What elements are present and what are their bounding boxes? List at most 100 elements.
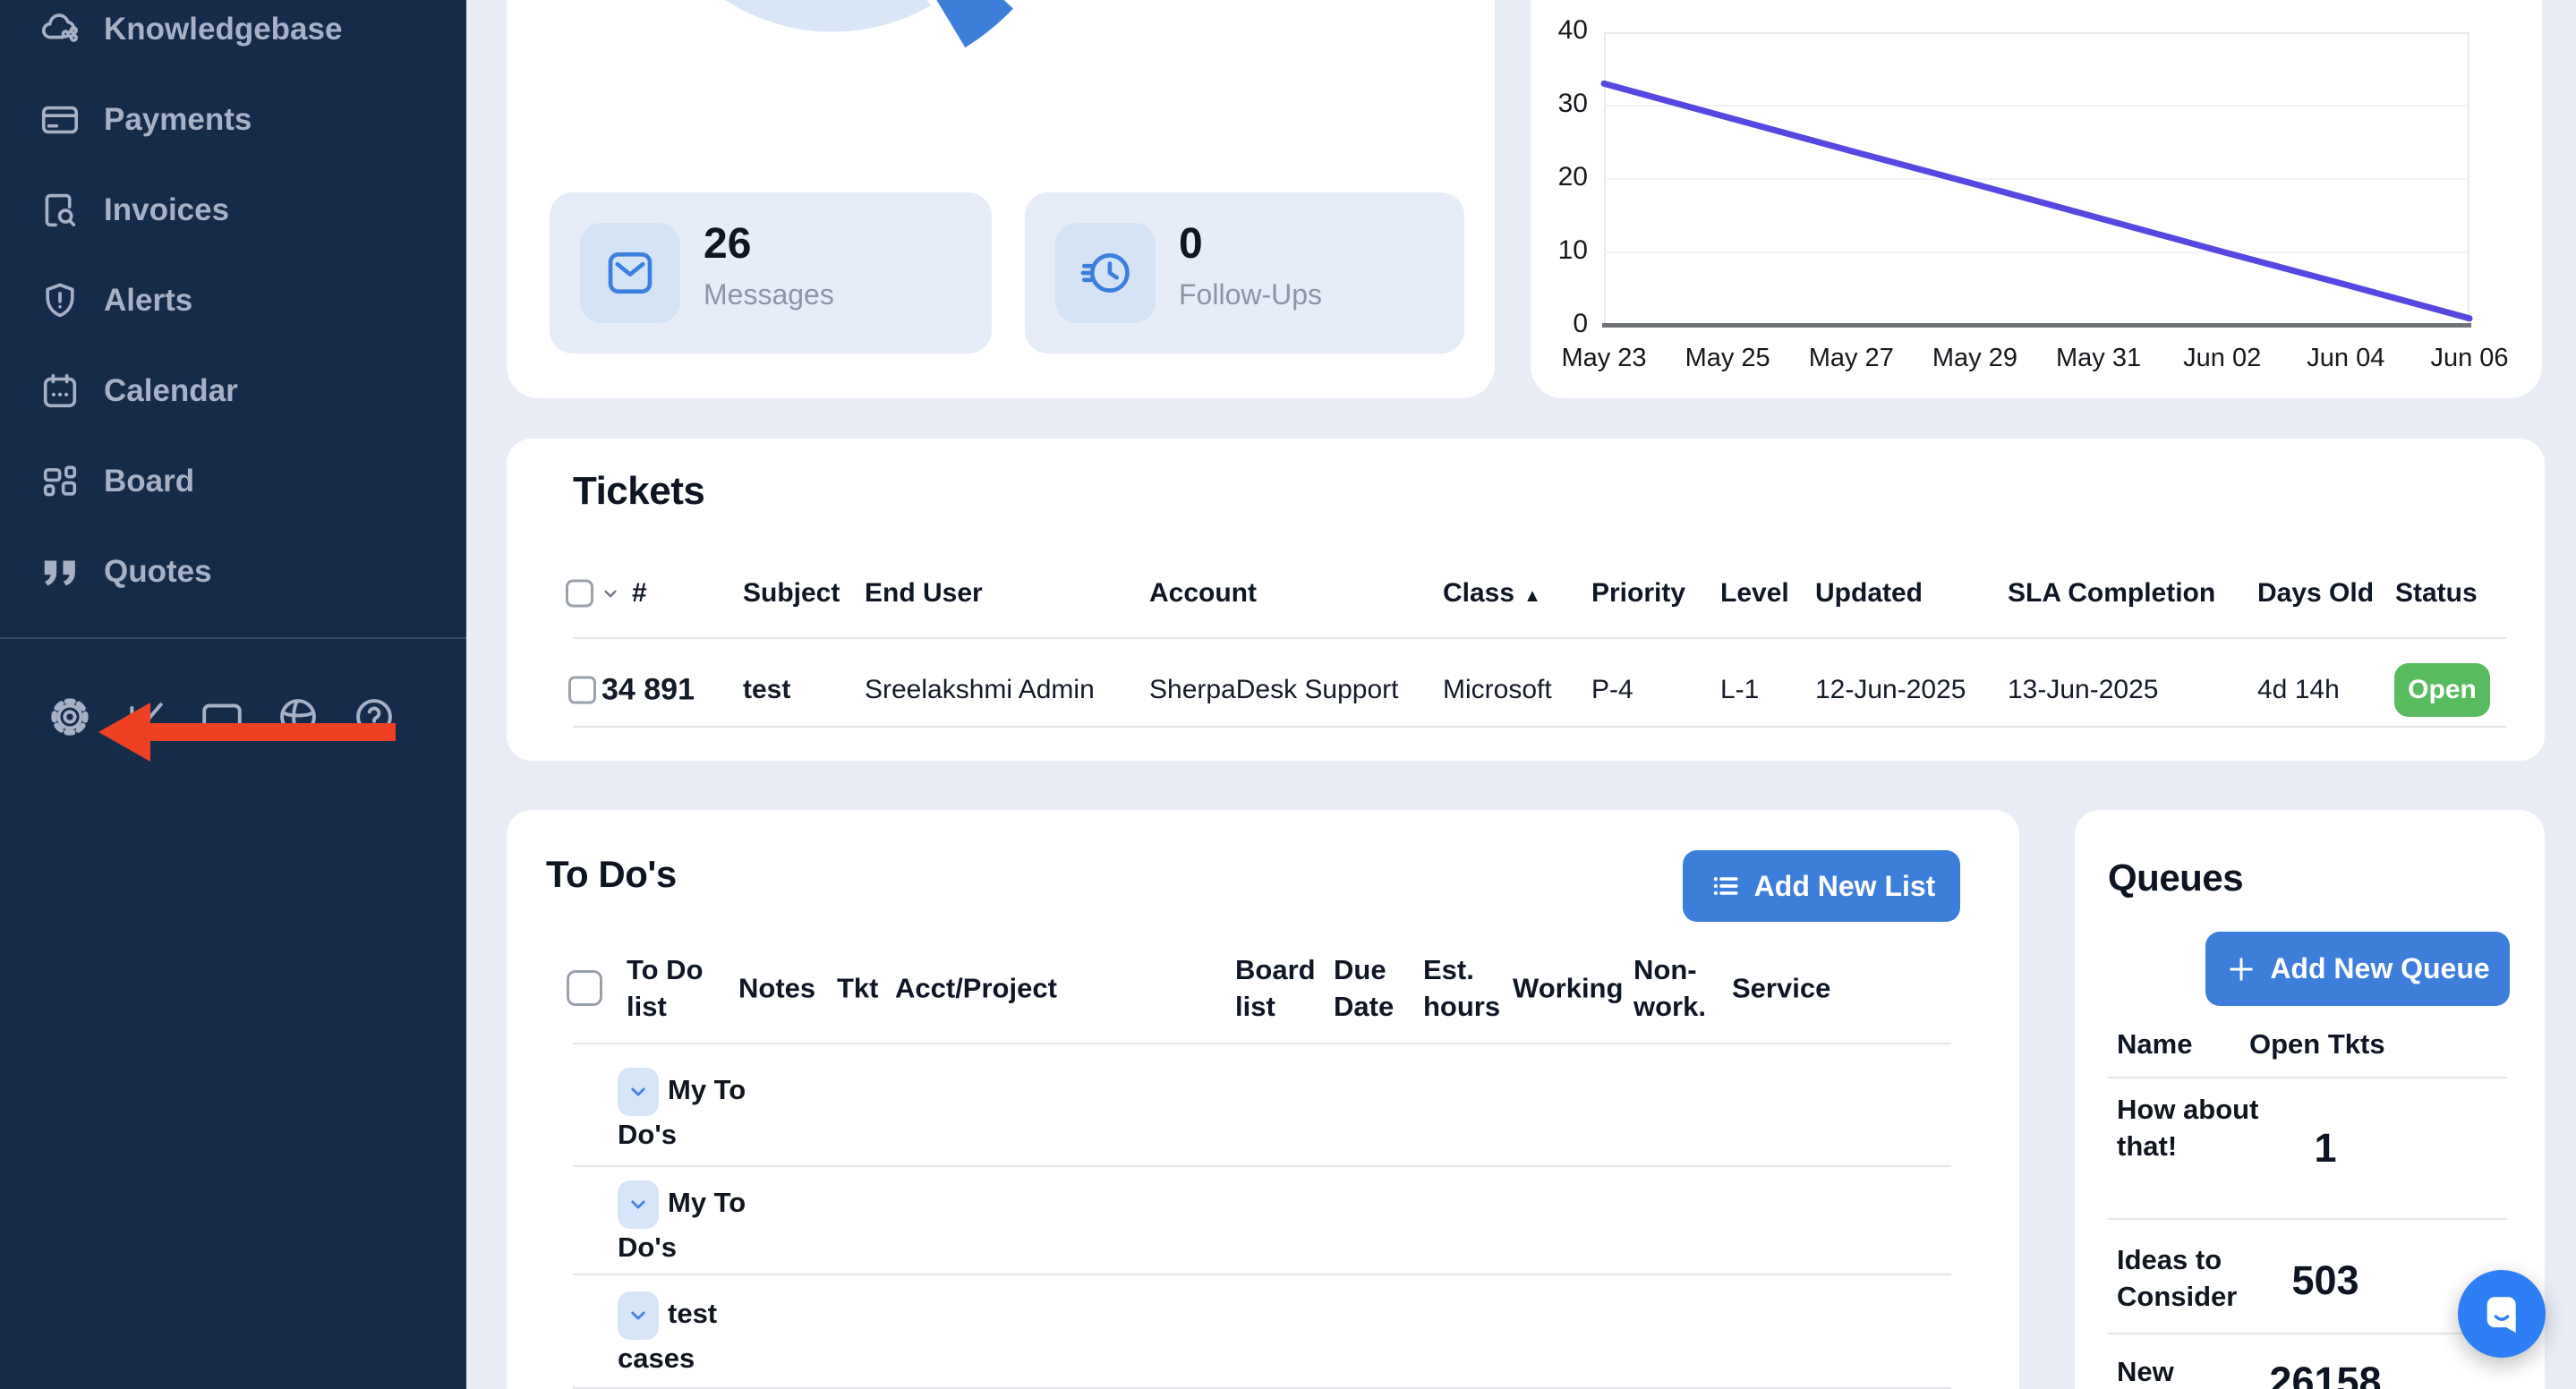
- col-header-subject[interactable]: Subject: [743, 578, 840, 609]
- ticket-level: L-1: [1720, 675, 1759, 705]
- x-axis-tick: May 27: [1779, 344, 1923, 373]
- queue-open-tickets: 503: [2236, 1257, 2415, 1304]
- expand-chevron-icon[interactable]: [618, 1180, 659, 1229]
- calendar-icon: [39, 371, 81, 412]
- y-axis-tick: 40: [1525, 15, 1588, 46]
- followups-label: Follow-Ups: [1179, 278, 1322, 311]
- row-separator: [573, 726, 2506, 728]
- col-header-status[interactable]: Status: [2395, 578, 2478, 609]
- col-header-non-work[interactable]: Non-work.: [1633, 951, 1723, 1025]
- col-header-todo-list[interactable]: To Do list: [627, 951, 738, 1025]
- ticket-sla: 13-Jun-2025: [2008, 675, 2158, 705]
- sidebar-item-payments[interactable]: Payments: [0, 74, 466, 165]
- queues-title: Queues: [2108, 856, 2243, 899]
- dashboard-page: Knowledgebase Payments Invoices: [0, 0, 2576, 1389]
- settings-gear-icon[interactable]: [47, 694, 92, 739]
- header-separator: [573, 637, 2506, 639]
- col-header-sla[interactable]: SLA Completion: [2008, 578, 2215, 609]
- followups-stat-chip[interactable]: 0 Follow-Ups: [1025, 192, 1464, 354]
- ticket-end-user: Sreelakshmi Admin: [865, 675, 1095, 705]
- col-header-name[interactable]: Name: [2117, 1028, 2192, 1061]
- ticket-class: Microsoft: [1443, 675, 1552, 705]
- col-header-number[interactable]: #: [632, 578, 647, 609]
- sidebar-item-label: Invoices: [104, 192, 229, 228]
- col-header-service[interactable]: Service: [1732, 970, 1830, 1007]
- chat-launcher-button[interactable]: [2458, 1270, 2546, 1358]
- header-separator: [573, 1043, 1951, 1044]
- messages-label: Messages: [704, 278, 834, 311]
- followups-count: 0: [1179, 219, 1203, 268]
- ticket-account: SherpaDesk Support: [1149, 675, 1399, 705]
- x-axis-tick: Jun 02: [2151, 344, 2294, 373]
- col-header-tkt[interactable]: Tkt: [837, 970, 879, 1007]
- x-axis-tick: Jun 04: [2274, 344, 2418, 373]
- col-header-notes[interactable]: Notes: [738, 970, 815, 1007]
- mail-icon: [580, 223, 680, 323]
- todo-row-name: My To Do's: [618, 1180, 752, 1266]
- header-separator: [2108, 1077, 2507, 1078]
- ticket-subject[interactable]: test: [743, 675, 790, 705]
- sidebar-item-label: Calendar: [104, 373, 238, 409]
- col-header-due-date[interactable]: Due Date: [1334, 951, 1414, 1025]
- sidebar-item-alerts[interactable]: Alerts: [0, 255, 466, 345]
- list-icon: [1708, 869, 1742, 903]
- col-header-account[interactable]: Account: [1149, 578, 1257, 609]
- row-separator: [573, 1165, 1951, 1167]
- x-axis-tick: May 23: [1532, 344, 1676, 373]
- col-header-board-list[interactable]: Board list: [1235, 951, 1325, 1025]
- sidebar-nav: Knowledgebase Payments Invoices: [0, 0, 466, 617]
- todo-row-name: My To Do's: [618, 1068, 752, 1154]
- col-header-days-old[interactable]: Days Old: [2257, 578, 2374, 609]
- col-header-working[interactable]: Working: [1513, 970, 1623, 1007]
- col-header-est-hours[interactable]: Est. hours: [1423, 951, 1506, 1025]
- y-axis-tick: 30: [1525, 89, 1588, 119]
- col-header-open-tkts[interactable]: Open Tkts: [2249, 1028, 2385, 1061]
- sidebar-item-label: Board: [104, 464, 194, 499]
- x-axis-tick: May 29: [1903, 344, 2046, 373]
- board-icon: [39, 461, 81, 502]
- ticket-number[interactable]: 34 891: [601, 673, 695, 708]
- sidebar-divider: [0, 637, 466, 639]
- sidebar-item-calendar[interactable]: Calendar: [0, 345, 466, 436]
- select-menu-chevron-icon[interactable]: [599, 582, 622, 605]
- ticket-row-checkbox[interactable]: [568, 677, 596, 704]
- y-axis-tick: 20: [1525, 162, 1588, 192]
- todo-row-name: test cases: [618, 1291, 752, 1377]
- todos-select-all-checkbox[interactable]: [567, 970, 602, 1006]
- x-axis-tick: May 25: [1656, 344, 1799, 373]
- col-header-class[interactable]: Class▲: [1443, 578, 1541, 609]
- tickets-title: Tickets: [573, 469, 704, 514]
- ticket-days-old: 4d 14h: [2257, 675, 2340, 705]
- add-new-list-button[interactable]: Add New List: [1683, 850, 1960, 922]
- sidebar-item-knowledgebase[interactable]: Knowledgebase: [0, 0, 466, 74]
- sidebar-item-label: Payments: [104, 102, 252, 138]
- col-header-priority[interactable]: Priority: [1591, 578, 1685, 609]
- row-separator: [2108, 1218, 2507, 1220]
- y-axis-tick: 0: [1525, 309, 1588, 339]
- alerts-shield-icon: [39, 280, 81, 321]
- invoices-icon: [39, 190, 81, 231]
- col-header-end-user[interactable]: End User: [865, 578, 983, 609]
- col-header-level[interactable]: Level: [1720, 578, 1789, 609]
- col-header-updated[interactable]: Updated: [1815, 578, 1923, 609]
- select-all-checkbox[interactable]: [566, 580, 593, 608]
- sidebar-item-label: Knowledgebase: [104, 12, 342, 47]
- annotation-arrow-tail: [149, 723, 396, 741]
- col-header-acct-project[interactable]: Acct/Project: [895, 970, 1057, 1007]
- expand-chevron-icon[interactable]: [618, 1291, 659, 1340]
- expand-chevron-icon[interactable]: [618, 1068, 659, 1116]
- sort-asc-icon: ▲: [1523, 586, 1541, 606]
- add-new-queue-button[interactable]: Add New Queue: [2205, 932, 2510, 1006]
- chat-bubble-icon: [2476, 1288, 2528, 1340]
- todos-card: To Do's Add New List To Do list Notes Tk…: [507, 810, 2019, 1389]
- status-badge: Open: [2394, 663, 2490, 717]
- sidebar-item-quotes[interactable]: Quotes: [0, 526, 466, 617]
- knowledgebase-icon: [39, 9, 81, 50]
- overview-card: 26 Messages 0 Follow-Ups: [507, 0, 1495, 398]
- messages-count: 26: [704, 219, 751, 268]
- messages-stat-chip[interactable]: 26 Messages: [550, 192, 992, 354]
- y-axis-tick: 10: [1525, 235, 1588, 266]
- sidebar-item-board[interactable]: Board: [0, 436, 466, 526]
- sidebar-item-invoices[interactable]: Invoices: [0, 165, 466, 255]
- sidebar-item-label: Quotes: [104, 554, 212, 590]
